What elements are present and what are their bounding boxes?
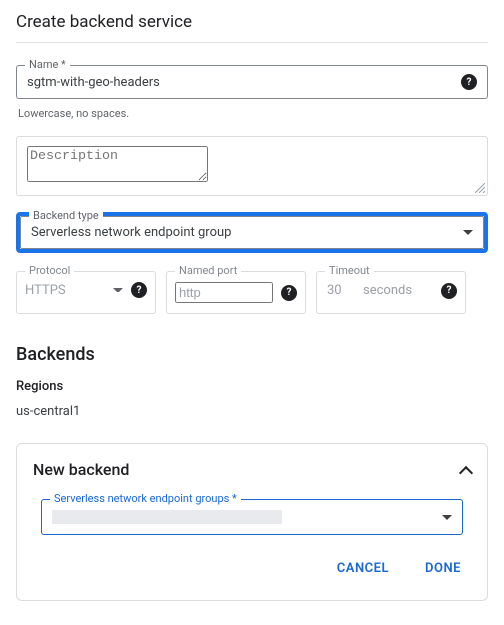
backend-type-value: Serverless network endpoint group bbox=[31, 225, 455, 240]
timeout-unit: seconds bbox=[363, 283, 412, 298]
protocol-label: Protocol bbox=[25, 264, 74, 277]
chevron-down-icon bbox=[113, 288, 123, 292]
region-value: us-central1 bbox=[16, 404, 488, 419]
help-icon[interactable]: ? bbox=[441, 283, 457, 299]
name-hint: Lowercase, no spaces. bbox=[18, 107, 486, 120]
timeout-input[interactable] bbox=[325, 282, 355, 299]
name-field-container: Name * ? bbox=[16, 65, 488, 99]
description-input[interactable] bbox=[27, 146, 208, 182]
chevron-down-icon bbox=[463, 230, 473, 235]
name-input[interactable] bbox=[27, 75, 453, 90]
protocol-select[interactable]: HTTPS ? bbox=[17, 272, 155, 308]
timeout-label: Timeout bbox=[325, 264, 374, 277]
named-port-label: Named port bbox=[175, 264, 241, 277]
backend-type-label: Backend type bbox=[29, 209, 103, 222]
neg-selected-value-redacted bbox=[52, 510, 282, 524]
divider bbox=[16, 42, 488, 43]
neg-select[interactable]: Serverless network endpoint groups * bbox=[41, 499, 463, 535]
help-icon[interactable]: ? bbox=[131, 282, 147, 298]
named-port-input[interactable] bbox=[175, 282, 273, 303]
chevron-down-icon bbox=[442, 515, 452, 520]
regions-label: Regions bbox=[16, 379, 488, 394]
neg-label: Serverless network endpoint groups * bbox=[50, 492, 241, 505]
chevron-up-icon[interactable] bbox=[459, 464, 471, 476]
help-icon[interactable]: ? bbox=[281, 285, 297, 301]
new-backend-card: New backend Serverless network endpoint … bbox=[16, 443, 488, 601]
description-field-container bbox=[16, 136, 488, 196]
backend-type-highlight: Backend type Serverless network endpoint… bbox=[16, 212, 488, 253]
done-button[interactable]: DONE bbox=[421, 555, 465, 582]
cancel-button[interactable]: CANCEL bbox=[333, 555, 393, 582]
resize-handle-icon bbox=[475, 183, 485, 193]
new-backend-title: New backend bbox=[33, 460, 129, 479]
backends-heading: Backends bbox=[16, 344, 488, 365]
help-icon[interactable]: ? bbox=[461, 74, 477, 90]
name-label: Name * bbox=[25, 58, 70, 71]
protocol-value: HTTPS bbox=[25, 283, 105, 298]
page-title: Create backend service bbox=[16, 12, 488, 42]
